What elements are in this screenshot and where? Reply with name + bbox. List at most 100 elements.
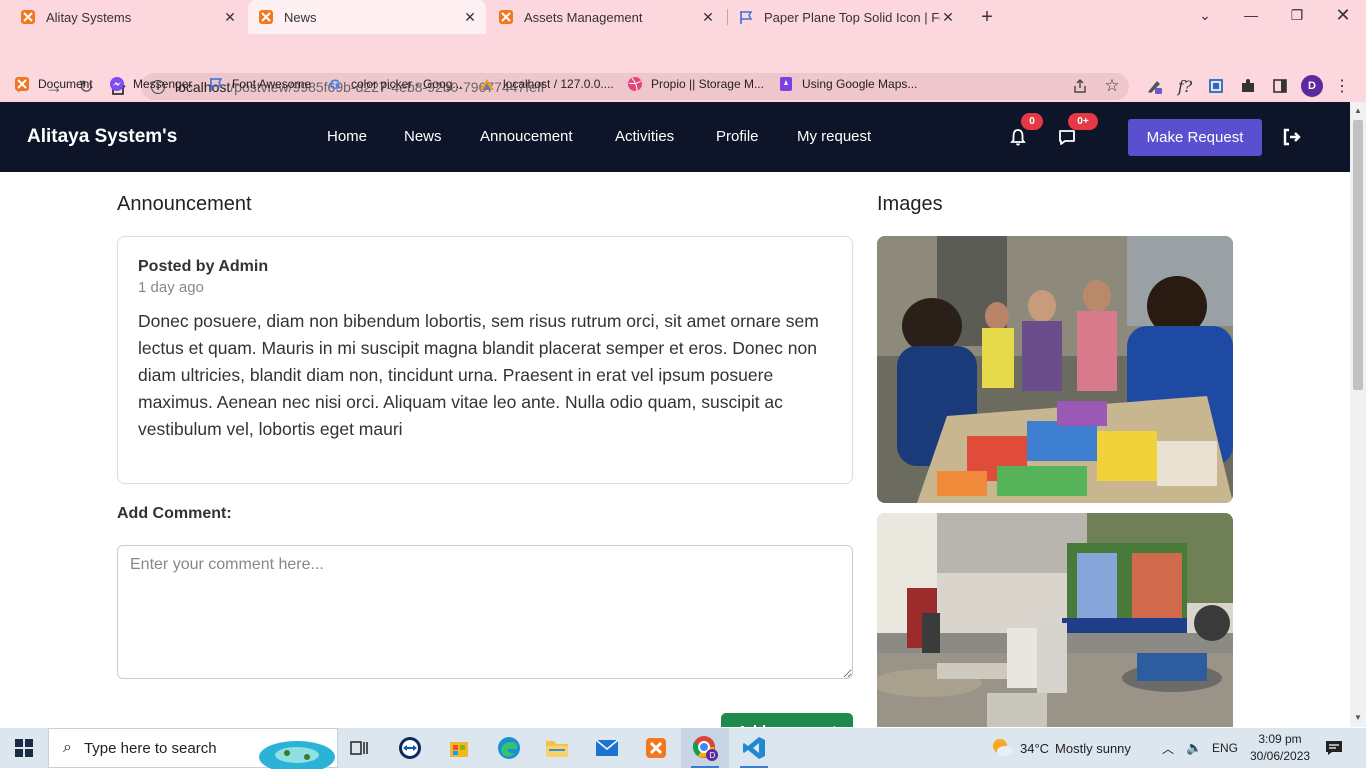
- images-title: Images: [877, 193, 943, 215]
- xampp-icon: [14, 76, 30, 92]
- close-tab-icon[interactable]: ✕: [700, 9, 716, 25]
- xampp-icon: [498, 9, 514, 25]
- nav-home[interactable]: Home: [327, 128, 367, 145]
- language-indicator[interactable]: ENG: [1212, 728, 1238, 768]
- tab-news[interactable]: News ✕: [248, 0, 486, 34]
- image-medical-mission[interactable]: [877, 513, 1233, 727]
- mail-icon[interactable]: [583, 728, 631, 768]
- site-navbar: Alitaya System's Home News Annoucement A…: [0, 102, 1350, 172]
- bookmark-label: Using Google Maps...: [802, 77, 918, 91]
- bookmark-messenger[interactable]: Messenger: [109, 72, 192, 96]
- volume-icon[interactable]: 🔈: [1186, 728, 1202, 768]
- tab-title: News: [284, 9, 317, 25]
- clock-time: 3:09 pm: [1258, 732, 1302, 746]
- bookmark-label: localhost / 127.0.0....: [503, 77, 614, 91]
- nav-news[interactable]: News: [404, 128, 442, 145]
- bookmark-label: Propio || Storage M...: [651, 77, 764, 91]
- bookmark-localhost[interactable]: localhost / 127.0.0....: [479, 72, 614, 96]
- microsoft-store-icon[interactable]: [435, 728, 483, 768]
- tray-chevron-icon[interactable]: ︿: [1162, 728, 1174, 768]
- browser-toolbar: ← → ↻ i localhost/postview/9985f69b-d227…: [0, 34, 1366, 100]
- bookmark-label: color picker - Goog...: [351, 77, 463, 91]
- taskbar-clock[interactable]: 3:09 pm 30/06/2023: [1250, 731, 1310, 765]
- windows-taskbar: ⌕ Type here to search D 34°C Mostly sunn…: [0, 728, 1366, 773]
- add-comment-label: Add Comment:: [117, 505, 232, 522]
- xampp-taskbar-icon[interactable]: [632, 728, 680, 768]
- google-icon: G: [329, 76, 341, 92]
- bookmark-font-awesome[interactable]: Font Awesome: [208, 72, 311, 96]
- section-title: Announcement: [117, 193, 252, 215]
- announcement-card: Posted by Admin 1 day ago Donec posuere,…: [117, 236, 853, 484]
- weather-desc: Mostly sunny: [1055, 740, 1131, 756]
- posted-by: Posted by Admin: [138, 258, 269, 275]
- time-ago: 1 day ago: [138, 279, 204, 296]
- windows-start-icon[interactable]: [0, 728, 48, 768]
- messenger-icon: [109, 76, 125, 92]
- bookmark-google-maps[interactable]: Using Google Maps...: [778, 72, 917, 96]
- scrollbar-thumb[interactable]: [1353, 120, 1363, 390]
- tab-title: Paper Plane Top Solid Icon | Font: [764, 9, 940, 25]
- dribbble-icon: [627, 76, 643, 92]
- scroll-up-icon[interactable]: ▲: [1354, 106, 1362, 115]
- phpmyadmin-icon: [479, 76, 495, 92]
- page-viewport: Alitaya System's Home News Annoucement A…: [0, 102, 1350, 727]
- message-count-badge: 0+: [1068, 113, 1098, 130]
- close-tab-icon[interactable]: ✕: [462, 9, 478, 25]
- file-explorer-icon[interactable]: [533, 728, 581, 768]
- tab-search-icon[interactable]: ⌄: [1182, 0, 1228, 30]
- taskbar-search[interactable]: ⌕ Type here to search: [48, 728, 338, 773]
- comment-textarea[interactable]: [117, 545, 853, 679]
- bookmark-label: Font Awesome: [232, 77, 312, 91]
- edge-icon[interactable]: [485, 728, 533, 768]
- new-tab-icon[interactable]: +: [977, 6, 997, 29]
- weather-widget[interactable]: 34°C Mostly sunny: [990, 728, 1131, 768]
- svg-text:D: D: [710, 751, 716, 760]
- tab-title: Alitay Systems: [46, 9, 132, 25]
- page-scrollbar[interactable]: ▲ ▼: [1350, 102, 1366, 727]
- vscode-icon[interactable]: [730, 728, 778, 768]
- notification-bell-icon[interactable]: [1009, 128, 1027, 146]
- xampp-icon: [20, 9, 36, 25]
- scroll-down-icon[interactable]: ▼: [1354, 713, 1362, 722]
- clock-date: 30/06/2023: [1250, 749, 1311, 763]
- nav-profile[interactable]: Profile: [716, 128, 759, 145]
- close-window-icon[interactable]: ✕: [1320, 0, 1366, 30]
- image-distribution-school-supplies[interactable]: [877, 236, 1233, 503]
- notification-center-icon[interactable]: [1324, 728, 1344, 768]
- weather-temp: 34°C: [1020, 740, 1050, 756]
- flag-icon: [208, 76, 224, 92]
- bookmark-icon: [778, 76, 794, 92]
- restore-icon[interactable]: ❐: [1274, 0, 1320, 30]
- flag-icon: [738, 9, 754, 25]
- tab-assets-management[interactable]: Assets Management ✕: [488, 0, 724, 34]
- logout-icon[interactable]: [1282, 127, 1302, 147]
- minimize-icon[interactable]: —: [1228, 0, 1274, 30]
- tab-font-awesome[interactable]: Paper Plane Top Solid Icon | Font ✕: [728, 0, 964, 34]
- announcement-body: Donec posuere, diam non bibendum loborti…: [138, 311, 819, 439]
- message-icon[interactable]: [1058, 128, 1076, 146]
- nav-my-request[interactable]: My request: [797, 128, 871, 145]
- nav-announcement[interactable]: Annoucement: [480, 128, 573, 145]
- bookmark-propio[interactable]: Propio || Storage M...: [627, 72, 764, 96]
- brand-logo[interactable]: Alitaya System's: [27, 126, 177, 148]
- close-tab-icon[interactable]: ✕: [940, 9, 956, 25]
- bookmark-document[interactable]: Document: [14, 72, 93, 96]
- bookmark-label: Document: [38, 77, 93, 91]
- tab-strip: Alitay Systems ✕ News ✕ Assets Managemen…: [0, 0, 1366, 34]
- bookmark-color-picker[interactable]: G color picker - Goog...: [327, 72, 463, 96]
- taskbar-search-text: Type here to search: [83, 739, 217, 757]
- bookmark-label: Messenger: [133, 77, 193, 91]
- chrome-taskbar-icon[interactable]: D: [681, 728, 729, 768]
- sun-cloud-icon: [990, 737, 1014, 760]
- search-icon: ⌕: [63, 739, 72, 756]
- add-comment-button[interactable]: Add comment: [721, 713, 853, 727]
- nav-activities[interactable]: Activities: [615, 128, 674, 145]
- make-request-button[interactable]: Make Request: [1128, 119, 1262, 156]
- task-view-icon[interactable]: [336, 728, 384, 768]
- teamviewer-icon[interactable]: [386, 728, 434, 768]
- tab-alitay-systems[interactable]: Alitay Systems ✕: [10, 0, 246, 34]
- notification-count-badge: 0: [1021, 113, 1043, 130]
- close-tab-icon[interactable]: ✕: [222, 9, 238, 25]
- search-highlight-icon: [257, 735, 337, 773]
- tab-title: Assets Management: [524, 9, 643, 25]
